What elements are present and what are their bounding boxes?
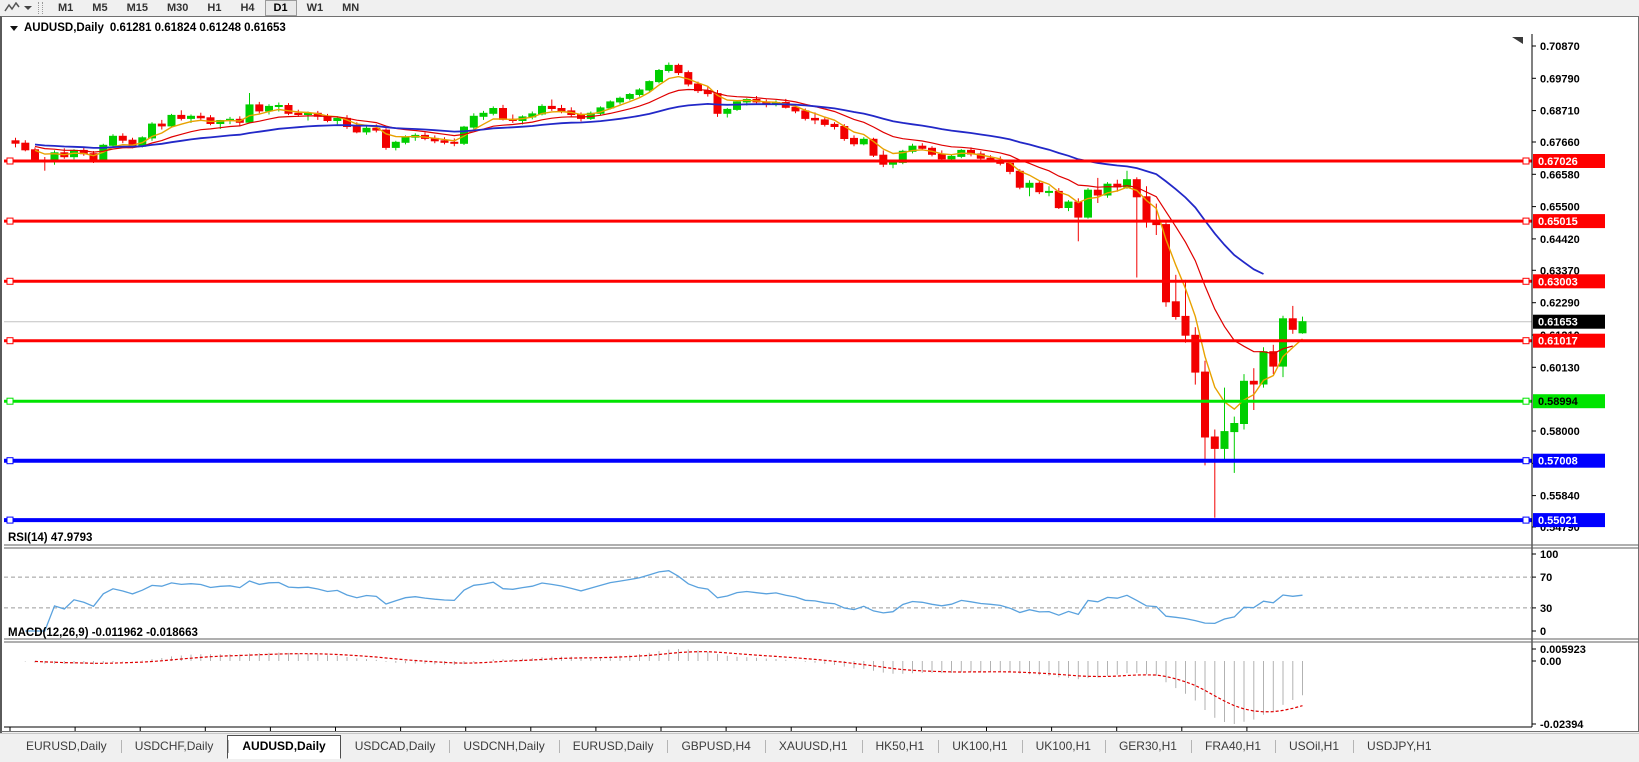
bottom-tab-audusd-daily[interactable]: AUDUSD,Daily [227,735,340,759]
bottom-tab-eurusd-daily[interactable]: EURUSD,Daily [12,736,121,757]
timeframe-button-m30[interactable]: M30 [158,0,197,16]
price-chart-canvas[interactable]: 0.70870 0.69790 0.68710 0.67660 0.66580 0.655… [4,34,1639,747]
rsi-pane: 100 70 30 0 [4,549,1558,638]
svg-text:0.69790: 0.69790 [1540,73,1580,85]
scroll-to-end-icon[interactable] [1512,37,1523,44]
macd-pane: 0.0059230.00 -0.02394 [16,644,1586,731]
bottom-tab-usdjpy-h1[interactable]: USDJPY,H1 [1353,736,1445,757]
svg-text:0.68710: 0.68710 [1540,106,1580,118]
svg-text:0.57008: 0.57008 [1538,456,1578,468]
bottom-tab-usdcnh-daily[interactable]: USDCNH,Daily [449,736,558,757]
ma-slow-line [35,104,1264,274]
timeframe-toolbar: M1M5M15M30H1H4D1W1MN [0,0,1639,16]
svg-text:0.61017: 0.61017 [1538,336,1578,348]
svg-text:0: 0 [1540,626,1546,638]
timeframe-button-m5[interactable]: M5 [83,0,116,16]
chart-title: AUDUSD,Daily 0.61281 0.61824 0.61248 0.6… [10,22,286,34]
bottom-tab-usoil-h1[interactable]: USOil,H1 [1275,736,1353,757]
rsi-indicator-label: RSI(14) 47.9793 [8,532,92,544]
svg-text:0.60130: 0.60130 [1540,362,1580,374]
bottom-tab-usdcad-daily[interactable]: USDCAD,Daily [341,736,450,757]
chart-symbol-label: AUDUSD,Daily [24,22,104,34]
bottom-tab-xauusd-h1[interactable]: XAUUSD,H1 [765,736,862,757]
trading-platform-screen: M1M5M15M30H1H4D1W1MN 0.70870 0.69790 0.687… [0,0,1639,762]
svg-text:0.00: 0.00 [1540,656,1561,668]
svg-text:0.55021: 0.55021 [1538,515,1578,527]
bottom-tab-uk100-h1[interactable]: UK100,H1 [1022,736,1105,757]
svg-text:0.67660: 0.67660 [1540,137,1580,149]
svg-text:0.61653: 0.61653 [1538,317,1578,329]
svg-text:0.55840: 0.55840 [1540,491,1580,503]
svg-text:0.65015: 0.65015 [1538,216,1578,228]
bottom-tab-uk100-h1[interactable]: UK100,H1 [938,736,1021,757]
bottom-tab-hk50-h1[interactable]: HK50,H1 [862,736,939,757]
svg-text:0.65500: 0.65500 [1540,202,1580,214]
svg-text:30: 30 [1540,603,1552,615]
toolbar-separator [38,2,43,14]
chart-tab-bar: EURUSD,DailyUSDCHF,DailyAUDUSD,DailyUSDC… [0,733,1639,762]
macd-indicator-label: MACD(12,26,9) -0.011962 -0.018663 [8,627,198,639]
bottom-tab-usdchf-daily[interactable]: USDCHF,Daily [121,736,228,757]
svg-text:0.63003: 0.63003 [1538,276,1578,288]
svg-text:0.58000: 0.58000 [1540,426,1580,438]
bottom-tab-gbpusd-h4[interactable]: GBPUSD,H4 [667,736,764,757]
bottom-tab-ger30-h1[interactable]: GER30,H1 [1105,736,1191,757]
svg-text:0.67026: 0.67026 [1538,156,1578,168]
timeframe-button-h4[interactable]: H4 [231,0,263,16]
timeframe-button-d1[interactable]: D1 [265,0,297,16]
draw-tools-dropdown-icon[interactable] [24,6,32,10]
svg-text:70: 70 [1540,572,1552,584]
timeframe-buttons: M1M5M15M30H1H4D1W1MN [49,0,368,16]
chart-window: 0.70870 0.69790 0.68710 0.67660 0.66580 0.655… [0,16,1639,732]
svg-text:0.005923: 0.005923 [1540,644,1586,656]
chart-ohlc-values: 0.61281 0.61824 0.61248 0.61653 [110,22,286,34]
bottom-tab-eurusd-daily[interactable]: EURUSD,Daily [559,736,668,757]
svg-text:0.70870: 0.70870 [1540,41,1580,53]
draw-tools-icon[interactable] [1,1,23,15]
timeframe-button-m1[interactable]: M1 [49,0,82,16]
svg-text:0.62290: 0.62290 [1540,298,1580,310]
timeframe-button-h1[interactable]: H1 [198,0,230,16]
chart-objects-dropdown-icon[interactable] [10,26,18,31]
ma-fast-line [35,77,1303,410]
candles-layer [12,63,1306,518]
bottom-tab-fra40-h1[interactable]: FRA40,H1 [1191,736,1275,757]
svg-text:0.58994: 0.58994 [1538,396,1579,408]
svg-text:100: 100 [1540,549,1558,561]
horizontal-levels-layer[interactable] [4,158,1532,523]
timeframe-button-mn[interactable]: MN [333,0,368,16]
timeframe-button-w1[interactable]: W1 [298,0,333,16]
rsi-line [25,571,1302,631]
svg-text:0.66580: 0.66580 [1540,169,1580,181]
svg-text:-0.02394: -0.02394 [1540,719,1584,731]
timeframe-button-m15[interactable]: M15 [118,0,157,16]
svg-text:0.64420: 0.64420 [1540,234,1580,246]
